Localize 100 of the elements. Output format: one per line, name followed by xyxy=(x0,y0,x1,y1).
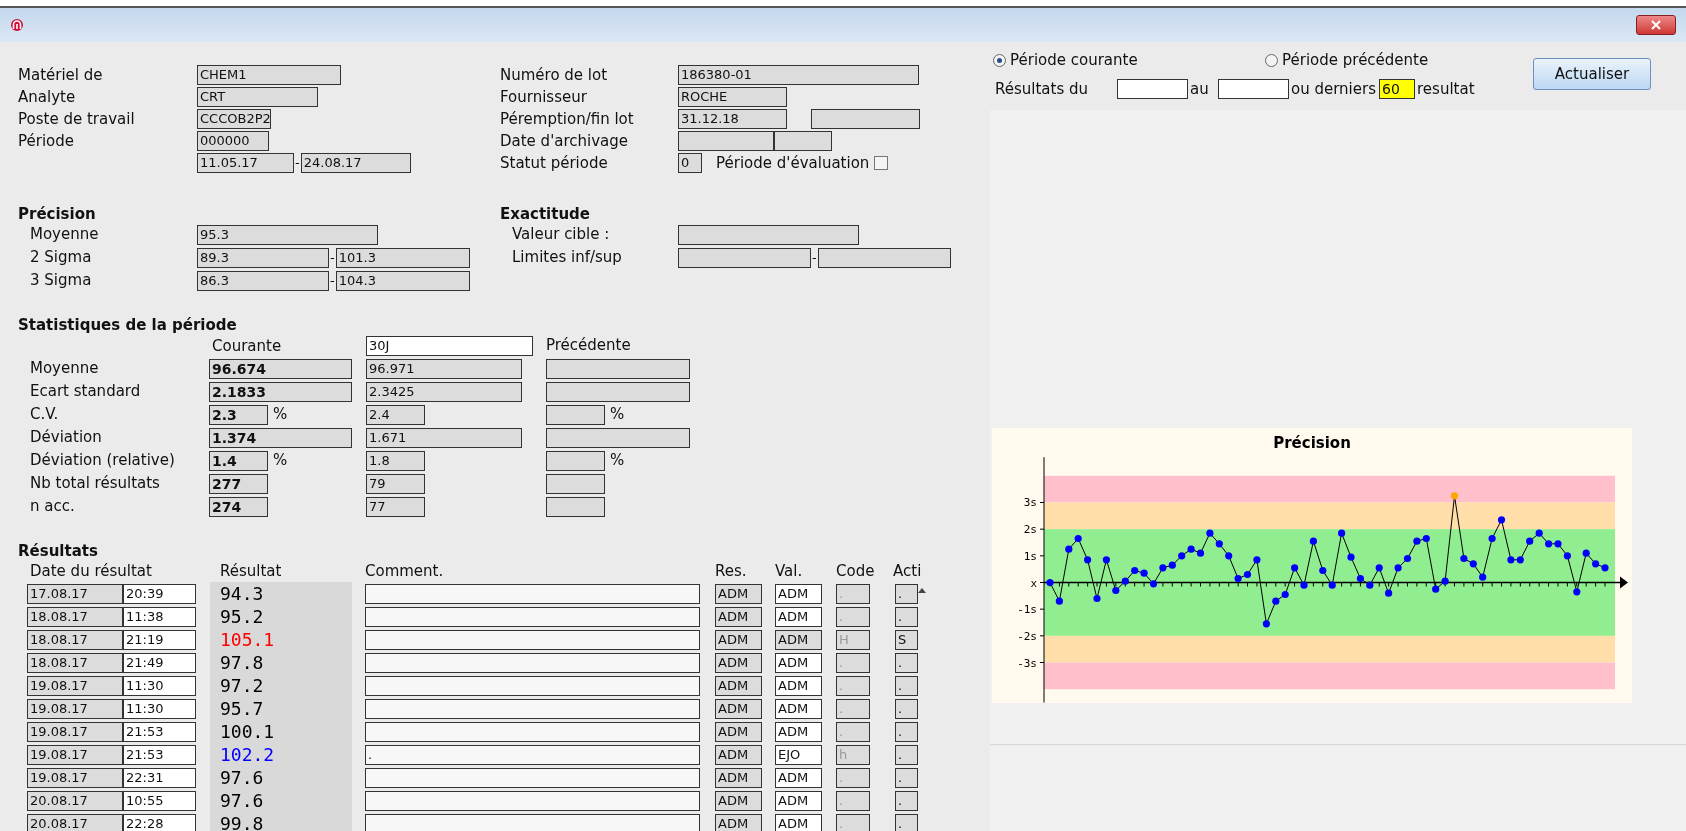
text-field[interactable]: 186380-01 xyxy=(678,65,919,85)
text-field[interactable]: 60 xyxy=(1379,79,1415,99)
text-field[interactable]: ADM xyxy=(775,606,822,627)
text-field[interactable] xyxy=(546,473,605,494)
text-field[interactable]: 2.1833 xyxy=(209,381,352,402)
text-field[interactable]: . xyxy=(895,721,918,742)
text-field[interactable]: 89.3 xyxy=(197,247,329,268)
text-field[interactable]: 2.3 xyxy=(209,404,268,425)
text-field[interactable]: . xyxy=(895,767,918,788)
text-field[interactable]: ADM xyxy=(715,790,762,811)
text-field[interactable]: 95.3 xyxy=(197,224,378,245)
text-field[interactable] xyxy=(546,404,605,425)
text-field[interactable]: 277 xyxy=(209,473,268,494)
text-field[interactable]: 96.971 xyxy=(366,358,522,379)
text-field[interactable]: 19.08.17 xyxy=(27,675,123,696)
text-field[interactable]: ADM xyxy=(775,721,822,742)
text-field[interactable]: 20.08.17 xyxy=(27,790,123,811)
text-field[interactable]: ADM xyxy=(715,721,762,742)
text-field[interactable] xyxy=(546,450,605,471)
text-field[interactable] xyxy=(678,224,859,245)
text-field[interactable] xyxy=(678,131,774,151)
text-field[interactable]: 11:30 xyxy=(123,675,196,696)
text-field[interactable] xyxy=(365,675,700,696)
text-field[interactable]: ADM xyxy=(715,698,762,719)
text-field[interactable]: ADM xyxy=(715,583,762,604)
text-field[interactable]: 31.12.18 xyxy=(678,109,787,129)
text-field[interactable]: 104.3 xyxy=(335,270,470,291)
text-field[interactable]: 11:30 xyxy=(123,698,196,719)
text-field[interactable]: 19.08.17 xyxy=(27,721,123,742)
text-field[interactable] xyxy=(546,427,690,448)
text-field[interactable]: ADM xyxy=(775,790,822,811)
text-field[interactable]: 21:53 xyxy=(123,721,196,742)
text-field[interactable]: . xyxy=(365,744,700,765)
text-field[interactable]: 101.3 xyxy=(335,247,470,268)
checkbox[interactable] xyxy=(874,156,889,170)
text-field[interactable]: 11.05.17 xyxy=(197,153,294,173)
text-field[interactable]: S xyxy=(895,629,918,650)
text-field[interactable]: ROCHE xyxy=(678,87,787,107)
text-field[interactable]: 000000 xyxy=(197,131,269,151)
text-field[interactable]: 86.3 xyxy=(197,270,329,291)
radio-button[interactable] xyxy=(1265,53,1278,67)
text-field[interactable]: ADM xyxy=(775,813,822,831)
text-field[interactable]: 79 xyxy=(366,473,425,494)
text-field[interactable]: CCCOB2P2 xyxy=(197,109,271,129)
text-field[interactable]: . xyxy=(895,606,918,627)
text-field[interactable]: . xyxy=(895,583,918,604)
text-field[interactable] xyxy=(365,652,700,673)
text-field[interactable]: 1.374 xyxy=(209,427,352,448)
close-button[interactable] xyxy=(1636,15,1676,35)
text-field[interactable]: 274 xyxy=(209,496,268,517)
text-field[interactable]: ADM xyxy=(715,629,762,650)
text-field[interactable]: 22:31 xyxy=(123,767,196,788)
text-field[interactable] xyxy=(678,247,811,268)
text-field[interactable]: 24.08.17 xyxy=(300,153,411,173)
text-field[interactable]: ADM xyxy=(715,652,762,673)
text-field[interactable] xyxy=(365,721,700,742)
text-field[interactable] xyxy=(546,496,605,517)
text-field[interactable]: ADM xyxy=(775,675,822,696)
text-field[interactable]: . xyxy=(895,790,918,811)
text-field[interactable] xyxy=(811,109,920,129)
text-field[interactable]: 96.674 xyxy=(209,358,352,379)
text-field[interactable] xyxy=(365,606,700,627)
scroll-up-icon[interactable] xyxy=(918,588,926,593)
text-field[interactable]: . xyxy=(895,698,918,719)
text-field[interactable]: 18.08.17 xyxy=(27,652,123,673)
text-field[interactable]: 30J xyxy=(366,335,533,356)
text-field[interactable]: 10:55 xyxy=(123,790,196,811)
text-field[interactable]: ADM xyxy=(775,767,822,788)
text-field[interactable]: . xyxy=(895,813,918,831)
text-field[interactable]: . xyxy=(895,675,918,696)
text-field[interactable] xyxy=(817,247,951,268)
text-field[interactable]: 19.08.17 xyxy=(27,767,123,788)
text-field[interactable] xyxy=(774,131,832,151)
text-field[interactable]: 18.08.17 xyxy=(27,629,123,650)
text-field[interactable] xyxy=(365,698,700,719)
text-field[interactable]: CHEM1 xyxy=(197,65,341,85)
text-field[interactable]: 21:49 xyxy=(123,652,196,673)
text-field[interactable]: CRT xyxy=(197,87,318,107)
text-field[interactable]: ADM xyxy=(715,606,762,627)
text-field[interactable]: 1.671 xyxy=(366,427,522,448)
text-field[interactable]: 0 xyxy=(678,153,702,173)
text-field[interactable]: 77 xyxy=(366,496,425,517)
text-field[interactable] xyxy=(1117,79,1188,99)
text-field[interactable]: ADM xyxy=(775,698,822,719)
text-field[interactable]: ADM xyxy=(775,583,822,604)
text-field[interactable] xyxy=(365,629,700,650)
text-field[interactable]: 1.4 xyxy=(209,450,268,471)
text-field[interactable]: 17.08.17 xyxy=(27,583,123,604)
text-field[interactable]: 21:53 xyxy=(123,744,196,765)
text-field[interactable] xyxy=(546,381,690,402)
text-field[interactable]: 11:38 xyxy=(123,606,196,627)
radio-button[interactable] xyxy=(993,53,1006,67)
text-field[interactable]: 19.08.17 xyxy=(27,744,123,765)
text-field[interactable] xyxy=(365,583,700,604)
text-field[interactable]: 21:19 xyxy=(123,629,196,650)
text-field[interactable]: . xyxy=(895,744,918,765)
text-field[interactable]: ADM xyxy=(715,767,762,788)
text-field[interactable] xyxy=(1218,79,1289,99)
text-field[interactable]: ADM xyxy=(775,652,822,673)
text-field[interactable] xyxy=(365,813,700,831)
